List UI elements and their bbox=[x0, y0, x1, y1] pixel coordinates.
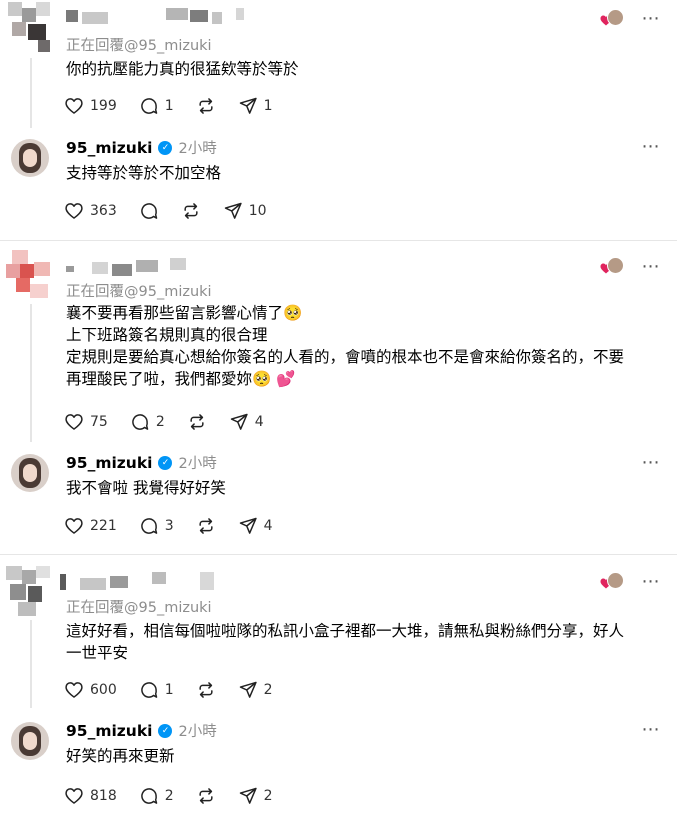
author-actions: 221 3 4 bbox=[64, 515, 295, 537]
more-options-icon[interactable]: ⋯ bbox=[640, 719, 662, 740]
more-options-icon[interactable]: ⋯ bbox=[640, 8, 662, 29]
comment-icon bbox=[139, 680, 159, 700]
heart-icon bbox=[64, 516, 84, 536]
share-button[interactable]: 2 bbox=[238, 786, 273, 806]
comment-icon bbox=[130, 412, 150, 432]
share-button[interactable]: 10 bbox=[223, 201, 267, 221]
send-icon bbox=[238, 96, 258, 116]
send-icon bbox=[223, 201, 243, 221]
like-button[interactable]: 75 bbox=[64, 412, 108, 432]
repost-button[interactable] bbox=[196, 786, 216, 806]
reply-actions: 199 1 1 bbox=[64, 95, 295, 117]
post-time[interactable]: 2小時 bbox=[178, 137, 216, 158]
comment-button[interactable]: 2 bbox=[130, 412, 165, 432]
thread-divider bbox=[0, 554, 677, 555]
comment-button[interactable]: 1 bbox=[139, 680, 174, 700]
author-reply-text: 好笑的再來更新 bbox=[66, 747, 175, 765]
replying-to-label: 正在回覆@95_mizuki bbox=[66, 38, 212, 54]
repost-icon bbox=[196, 96, 216, 116]
author-username[interactable]: 95_mizuki bbox=[66, 722, 152, 740]
commenter-username-blurred[interactable] bbox=[66, 258, 196, 276]
post-time[interactable]: 2小時 bbox=[178, 720, 216, 741]
thread-divider bbox=[0, 240, 677, 241]
commenter-avatar[interactable] bbox=[6, 250, 52, 302]
comment-icon bbox=[139, 201, 159, 221]
reply-text: 這好好看，相信每個啦啦隊的私訊小盒子裡都一大堆，請無私與粉絲們分享，好人 一世平… bbox=[66, 622, 625, 662]
author-reply-text: 我不會啦 我覺得好好笑 bbox=[66, 479, 226, 497]
author-header: 95_mizuki ✓ 2小時 bbox=[66, 137, 217, 158]
repost-button[interactable] bbox=[181, 201, 201, 221]
author-actions: 363 10 bbox=[64, 200, 289, 222]
comment-button[interactable]: 3 bbox=[139, 516, 174, 536]
repost-icon bbox=[187, 412, 207, 432]
verified-badge-icon: ✓ bbox=[158, 140, 173, 155]
repost-icon bbox=[196, 786, 216, 806]
comment-icon bbox=[139, 786, 159, 806]
verified-badge-icon: ✓ bbox=[158, 723, 173, 738]
repost-icon bbox=[181, 201, 201, 221]
thread-connector-line bbox=[30, 304, 32, 442]
repost-button[interactable] bbox=[187, 412, 207, 432]
reply-text: 你的抗壓能力真的很猛欸等於等於 bbox=[66, 60, 299, 78]
author-username[interactable]: 95_mizuki bbox=[66, 139, 152, 157]
liked-by-author-badge[interactable] bbox=[600, 9, 624, 27]
thread-connector-line bbox=[30, 620, 32, 708]
like-button[interactable]: 221 bbox=[64, 516, 117, 536]
share-button[interactable]: 4 bbox=[229, 412, 264, 432]
reply-actions: 75 2 4 bbox=[64, 411, 286, 433]
share-button[interactable]: 1 bbox=[238, 96, 273, 116]
repost-button[interactable] bbox=[196, 516, 216, 536]
author-username[interactable]: 95_mizuki bbox=[66, 454, 152, 472]
heart-icon bbox=[64, 786, 84, 806]
post-time[interactable]: 2小時 bbox=[178, 452, 216, 473]
commenter-username-blurred[interactable] bbox=[66, 8, 246, 24]
like-button[interactable]: 818 bbox=[64, 786, 117, 806]
heart-icon bbox=[64, 96, 84, 116]
commenter-avatar[interactable] bbox=[8, 2, 54, 54]
more-options-icon[interactable]: ⋯ bbox=[640, 256, 662, 277]
like-button[interactable]: 600 bbox=[64, 680, 117, 700]
send-icon bbox=[238, 786, 258, 806]
author-header: 95_mizuki ✓ 2小時 bbox=[66, 452, 217, 473]
more-options-icon[interactable]: ⋯ bbox=[640, 136, 662, 157]
author-reply-text: 支持等於等於不加空格 bbox=[66, 164, 222, 182]
like-button[interactable]: 199 bbox=[64, 96, 117, 116]
more-options-icon[interactable]: ⋯ bbox=[640, 452, 662, 473]
comment-icon bbox=[139, 516, 159, 536]
comment-icon bbox=[139, 96, 159, 116]
liked-by-author-badge[interactable] bbox=[600, 257, 624, 275]
like-button[interactable]: 363 bbox=[64, 201, 117, 221]
liked-by-author-badge[interactable] bbox=[600, 572, 624, 590]
commenter-username-blurred[interactable] bbox=[60, 572, 220, 592]
share-button[interactable]: 4 bbox=[238, 516, 273, 536]
replying-to-label: 正在回覆@95_mizuki bbox=[66, 600, 212, 616]
repost-icon bbox=[196, 680, 216, 700]
comment-button[interactable] bbox=[139, 201, 159, 221]
send-icon bbox=[238, 680, 258, 700]
reply-text: 襄不要再看那些留言影響心情了🥺 上下班路簽名規則真的很合理 定規則是要給真心想給… bbox=[66, 304, 625, 388]
repost-button[interactable] bbox=[196, 96, 216, 116]
send-icon bbox=[238, 516, 258, 536]
share-button[interactable]: 2 bbox=[238, 680, 273, 700]
commenter-avatar[interactable] bbox=[6, 566, 52, 618]
more-options-icon[interactable]: ⋯ bbox=[640, 571, 662, 592]
comment-button[interactable]: 1 bbox=[139, 96, 174, 116]
author-avatar[interactable] bbox=[11, 454, 49, 492]
heart-icon bbox=[64, 680, 84, 700]
thread-connector-line bbox=[30, 58, 32, 128]
repost-button[interactable] bbox=[196, 680, 216, 700]
heart-icon bbox=[64, 412, 84, 432]
author-actions: 818 2 2 bbox=[64, 785, 295, 807]
send-icon bbox=[229, 412, 249, 432]
repost-icon bbox=[196, 516, 216, 536]
author-header: 95_mizuki ✓ 2小時 bbox=[66, 720, 217, 741]
replying-to-label: 正在回覆@95_mizuki bbox=[66, 284, 212, 300]
heart-icon bbox=[64, 201, 84, 221]
reply-actions: 600 1 2 bbox=[64, 679, 295, 701]
verified-badge-icon: ✓ bbox=[158, 455, 173, 470]
comment-button[interactable]: 2 bbox=[139, 786, 174, 806]
author-avatar[interactable] bbox=[11, 139, 49, 177]
author-avatar[interactable] bbox=[11, 722, 49, 760]
